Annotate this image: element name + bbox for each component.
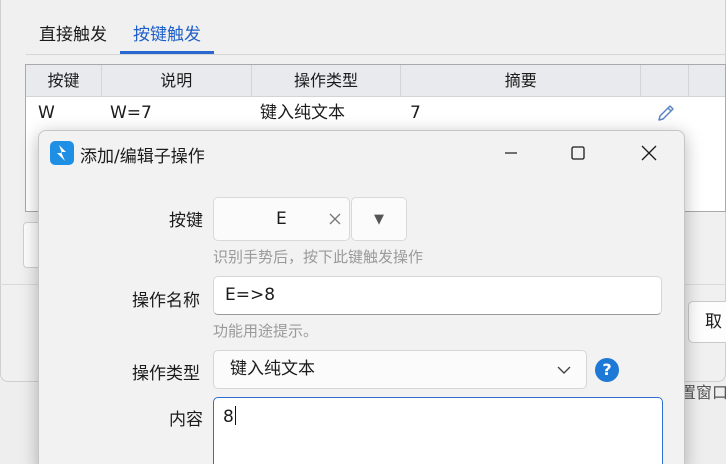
action-type-selected: 键入纯文本 (230, 359, 315, 379)
pencil-icon (658, 105, 674, 121)
column-header-action-type[interactable]: 操作类型 (252, 65, 402, 97)
edit-button[interactable] (642, 98, 690, 128)
trigger-tabs: 直接触发 按键触发 (26, 14, 214, 54)
column-header-delete (689, 65, 725, 97)
column-header-summary[interactable]: 摘要 (401, 65, 642, 97)
clear-key-button[interactable] (325, 206, 345, 232)
key-hint: 识别手势后，按下此键触发操作 (213, 248, 424, 266)
text-caret (234, 406, 236, 425)
table-row[interactable]: W W=7 键入纯文本 7 (26, 98, 725, 128)
column-header-key[interactable]: 按键 (26, 65, 102, 97)
column-header-edit (641, 65, 690, 97)
triangle-down-icon: ▼ (374, 211, 384, 227)
clear-icon (329, 213, 341, 225)
dialog-title: 添加/编辑子操作 (80, 147, 205, 167)
action-type-label: 操作类型 (132, 364, 200, 384)
table-header: 按键 说明 操作类型 摘要 (26, 65, 725, 97)
maximize-button[interactable] (555, 131, 601, 175)
chevron-down-icon (557, 366, 571, 374)
action-name-label: 操作名称 (132, 291, 200, 311)
help-icon[interactable]: ? (595, 358, 619, 382)
content-label: 内容 (169, 410, 203, 430)
minimize-icon (505, 152, 517, 154)
action-name-hint: 功能用途提示。 (213, 322, 319, 340)
action-name-input[interactable]: E=>8 (213, 276, 662, 315)
content-textarea[interactable]: 8 (213, 397, 663, 464)
content-value: 8 (223, 407, 234, 427)
edit-sub-action-dialog: 添加/编辑子操作 按键 E ▼ 识别手势后，按下此键触发操作 操作名称 E=>8… (38, 130, 685, 464)
dialog-titlebar[interactable]: 添加/编辑子操作 (39, 131, 684, 175)
cancel-button[interactable]: 取消 (688, 301, 726, 343)
reset-window-link[interactable]: 置窗口 (680, 379, 726, 403)
cell-summary: 7 (410, 103, 421, 123)
close-button[interactable] (626, 131, 672, 175)
key-label: 按键 (169, 211, 203, 231)
key-capture-field[interactable]: E (213, 197, 350, 241)
maximize-icon (571, 146, 585, 160)
cell-action-type: 键入纯文本 (260, 103, 345, 123)
tab-direct-trigger[interactable]: 直接触发 (26, 14, 120, 54)
cell-key: W (38, 103, 55, 123)
tab-divider (26, 54, 726, 55)
tab-key-trigger[interactable]: 按键触发 (120, 14, 214, 54)
minimize-button[interactable] (488, 131, 534, 175)
shortcut-app-icon (50, 141, 74, 165)
key-dropdown-button[interactable]: ▼ (351, 197, 407, 241)
column-header-description[interactable]: 说明 (102, 65, 252, 97)
key-value: E (276, 209, 287, 229)
close-icon (641, 145, 657, 161)
cell-description: W=7 (110, 103, 152, 123)
action-type-select[interactable]: 键入纯文本 (213, 350, 587, 389)
